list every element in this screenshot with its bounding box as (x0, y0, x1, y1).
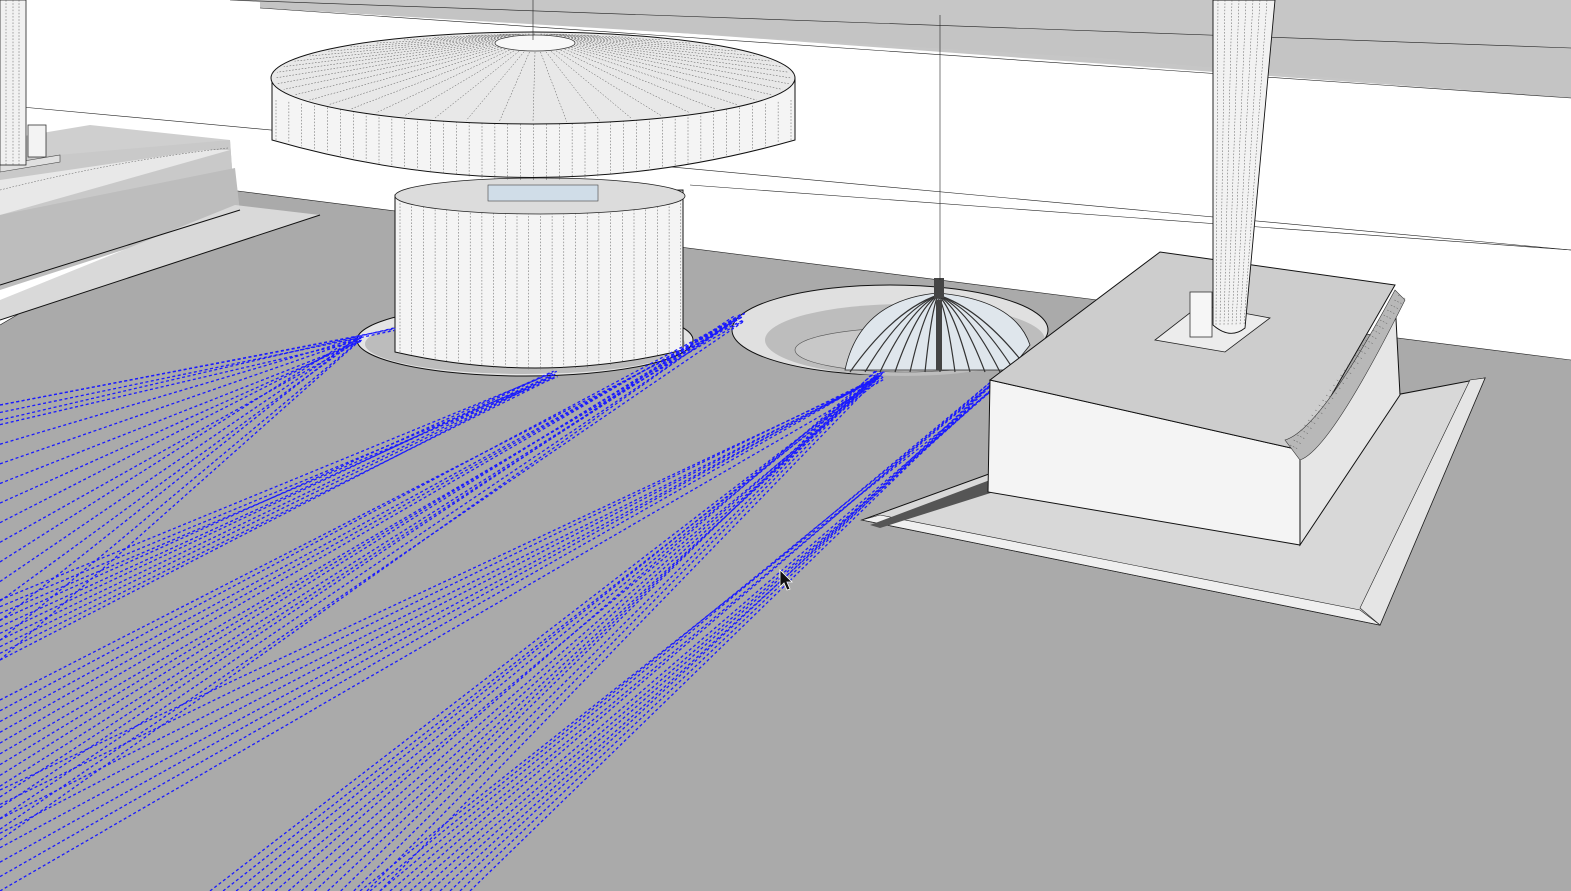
vertical-pole-left (0, 0, 26, 165)
cylinder-column[interactable] (395, 178, 685, 370)
modeling-viewport[interactable] (0, 0, 1571, 891)
3d-scene-canvas[interactable] (0, 0, 1571, 891)
